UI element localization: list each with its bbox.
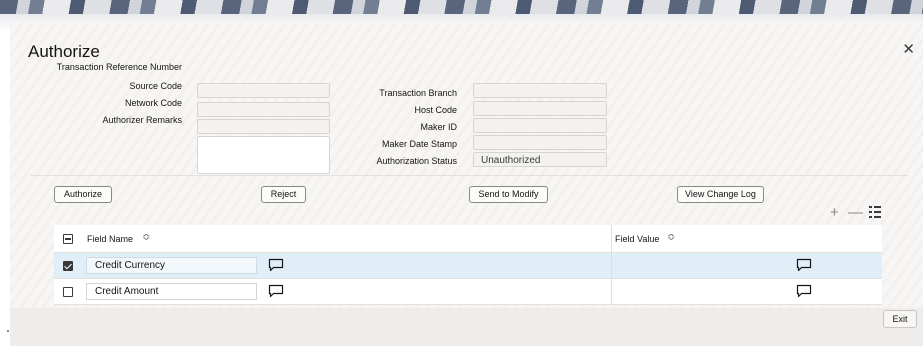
field-name-cell: Credit Amount [86,283,257,300]
exit-button[interactable]: Exit [883,310,917,328]
maker-date-stamp-field[interactable] [473,135,607,150]
host-code-label: Host Code [414,105,457,115]
transaction-reference-number-label: Transaction Reference Number [56,62,182,72]
network-code-field[interactable] [197,119,330,134]
view-change-log-button[interactable]: View Change Log [677,186,764,203]
authorization-status-field[interactable]: Unauthorized [473,152,607,167]
minus-icon[interactable]: — [848,204,863,221]
authorize-form: Transaction Reference Number Source Code… [30,57,908,175]
authorize-button[interactable]: Authorize [54,186,112,203]
plus-icon[interactable]: + [830,204,839,221]
transaction-branch-field[interactable] [473,83,607,98]
header-banner [0,0,923,14]
resize-handle[interactable] [7,330,9,332]
field-name-sort-icon[interactable]: ≎ [142,232,150,243]
comment-icon[interactable] [268,284,284,298]
table-header: Field Name ≎ Field Value ≎ [54,225,882,253]
maker-date-stamp-label: Maker Date Stamp [381,139,457,149]
row-checkbox[interactable] [63,287,73,297]
transaction-branch-label: Transaction Branch [379,88,457,98]
source-code-label: Source Code [129,81,182,91]
authorizer-remarks-label: Authorizer Remarks [102,115,182,125]
authorization-status-label: Authorization Status [376,156,457,166]
form-divider [30,175,908,176]
table-row[interactable]: Credit Amount [54,279,882,305]
network-code-label: Network Code [124,98,182,108]
row-checkbox[interactable] [63,261,73,271]
column-divider [611,225,612,252]
comment-icon[interactable] [796,258,812,272]
authorizer-remarks-field[interactable] [197,136,330,174]
transaction-reference-number-field[interactable] [197,83,330,98]
source-code-field[interactable] [197,102,330,117]
dialog-footer [10,308,923,346]
send-to-modify-button[interactable]: Send to Modify [469,186,548,203]
comment-icon[interactable] [268,258,284,272]
column-divider [611,253,612,278]
field-value-header[interactable]: Field Value [615,234,659,244]
maker-id-label: Maker ID [420,122,457,132]
select-all-checkbox[interactable] [63,234,73,244]
maker-id-field[interactable] [473,118,607,133]
host-code-field[interactable] [473,101,607,116]
reject-button[interactable]: Reject [261,186,306,203]
close-icon[interactable]: ✕ [902,40,915,58]
field-name-header[interactable]: Field Name [87,234,133,244]
comment-icon[interactable] [796,284,812,298]
column-divider [611,279,612,304]
field-name-cell: Credit Currency [86,257,257,274]
column-list-icon[interactable] [868,205,882,223]
table-row[interactable]: Credit Currency [54,253,882,279]
field-value-sort-icon[interactable]: ≎ [667,232,675,243]
